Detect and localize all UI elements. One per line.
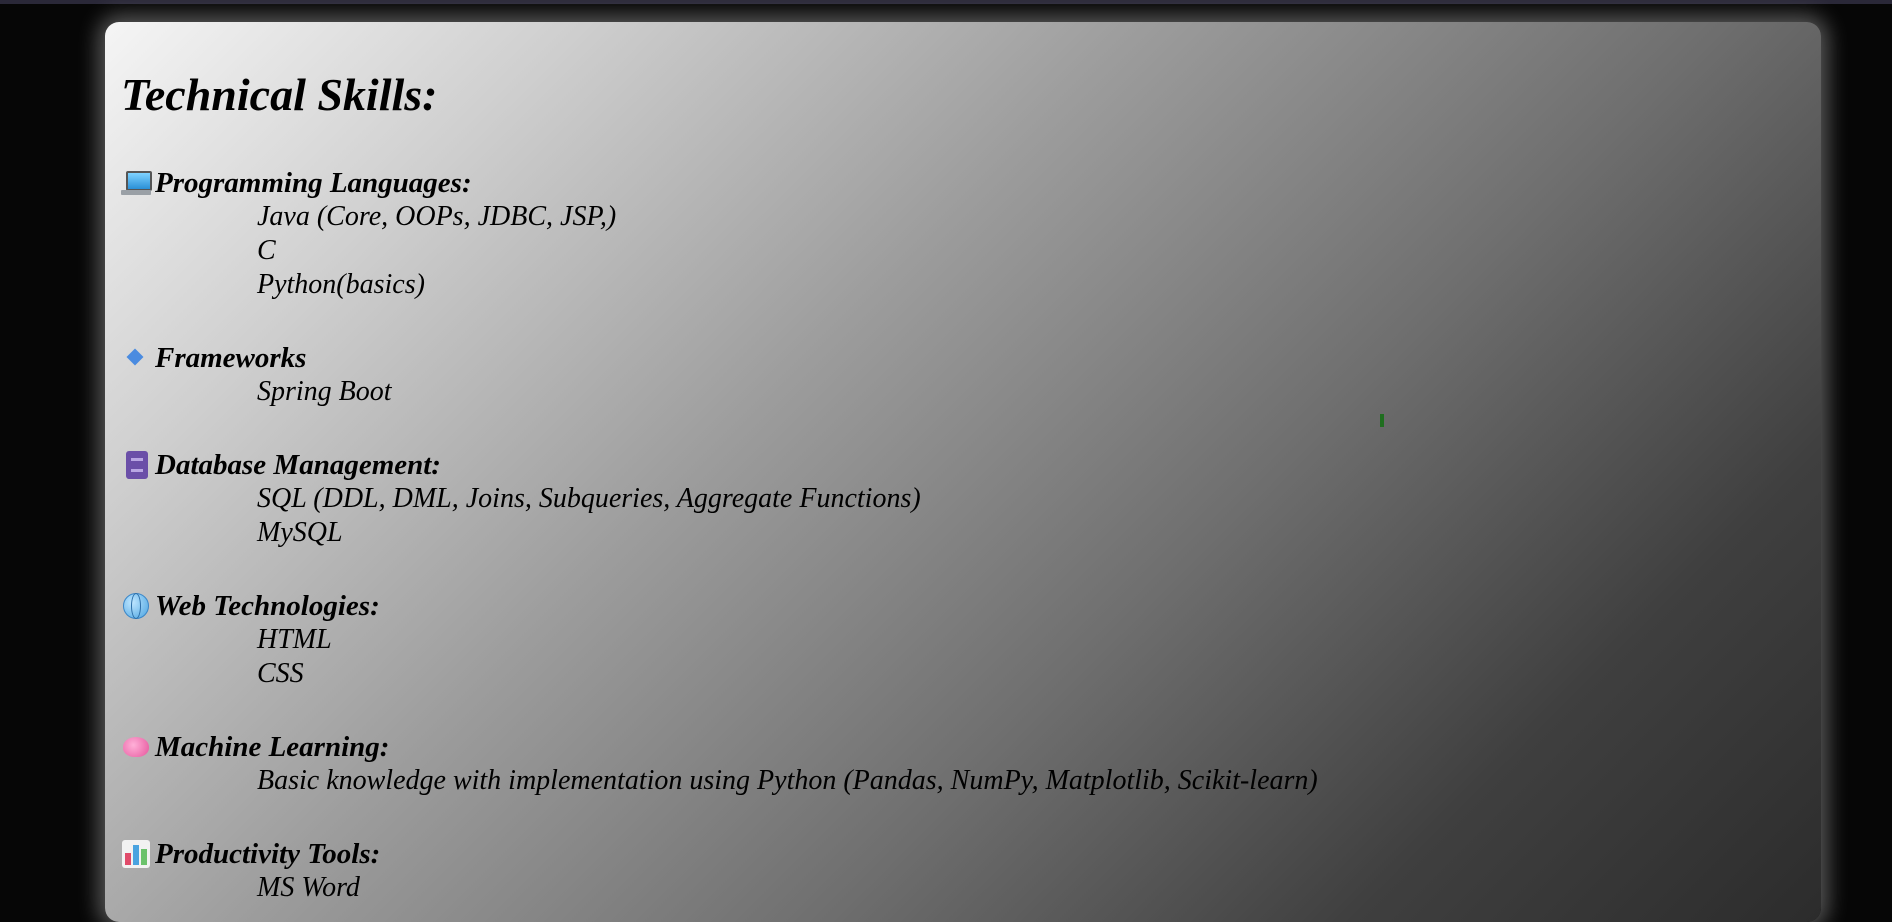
section-frameworks: Frameworks Spring Boot <box>121 341 392 409</box>
diamond-icon <box>121 343 151 373</box>
section-label: Database Management: <box>155 448 441 481</box>
list-item: Basic knowledge with implementation usin… <box>257 765 1318 796</box>
list-item: C <box>257 235 276 266</box>
section-header: Machine Learning: <box>121 730 1318 764</box>
section-label: Productivity Tools: <box>155 837 381 870</box>
file-cabinet-icon <box>121 450 151 480</box>
section-header: Database Management: <box>121 448 921 482</box>
list-item: HTML <box>257 624 332 655</box>
list-item: SQL (DDL, DML, Joins, Subqueries, Aggreg… <box>257 483 921 514</box>
skills-panel: Technical Skills: Programming Languages:… <box>105 22 1821 922</box>
page-title: Technical Skills: <box>121 69 438 120</box>
list-item: Spring Boot <box>257 376 392 407</box>
item-list: Spring Boot <box>121 375 392 409</box>
section-productivity-tools: Productivity Tools: MS Word <box>121 837 380 905</box>
section-programming-languages: Programming Languages: Java (Core, OOPs,… <box>121 166 616 302</box>
section-header: Programming Languages: <box>121 166 616 200</box>
top-border <box>0 0 1892 4</box>
item-list: HTML CSS <box>121 623 380 691</box>
bar-chart-icon <box>121 839 151 869</box>
brain-icon <box>121 732 151 762</box>
section-label: Programming Languages: <box>155 166 472 199</box>
list-item: MS Word <box>257 872 360 903</box>
list-item: Java (Core, OOPs, JDBC, JSP,) <box>257 201 617 232</box>
laptop-icon <box>121 168 152 198</box>
list-item: CSS <box>257 658 304 689</box>
section-machine-learning: Machine Learning: Basic knowledge with i… <box>121 730 1318 798</box>
section-header: Frameworks <box>121 341 392 375</box>
section-header: Productivity Tools: <box>121 837 380 871</box>
list-item: MySQL <box>257 517 343 548</box>
item-list: MS Word <box>121 871 380 905</box>
item-list: SQL (DDL, DML, Joins, Subqueries, Aggreg… <box>121 482 921 550</box>
item-list: Basic knowledge with implementation usin… <box>121 764 1318 798</box>
cursor-marker <box>1380 414 1384 427</box>
list-item: Python(basics) <box>257 269 425 300</box>
item-list: Java (Core, OOPs, JDBC, JSP,) C Python(b… <box>121 200 616 302</box>
section-database-management: Database Management: SQL (DDL, DML, Join… <box>121 448 921 550</box>
section-header: Web Technologies: <box>121 589 380 623</box>
section-label: Web Technologies: <box>155 589 380 622</box>
section-web-technologies: Web Technologies: HTML CSS <box>121 589 380 691</box>
globe-icon <box>121 591 151 621</box>
section-label: Frameworks <box>155 341 307 374</box>
section-label: Machine Learning: <box>155 730 390 763</box>
